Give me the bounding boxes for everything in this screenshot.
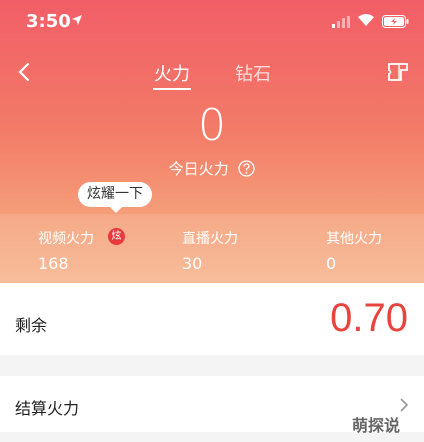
remaining-label: 剩余 xyxy=(15,316,48,335)
today-fire-label: 今日火力 xyxy=(168,160,229,178)
chevron-right-icon xyxy=(400,398,409,412)
battery-icon xyxy=(382,15,409,28)
status-bar: 3:50 xyxy=(0,0,424,44)
location-arrow-icon xyxy=(72,15,82,25)
show-off-bubble[interactable]: 炫耀一下 xyxy=(78,182,152,207)
tab-diamond[interactable]: 钻石 xyxy=(235,60,271,86)
back-chevron-icon[interactable] xyxy=(16,62,32,82)
active-tab-indicator xyxy=(153,88,191,90)
stat-live-value: 30 xyxy=(182,254,203,273)
bubble-tail xyxy=(109,206,123,213)
question-icon[interactable] xyxy=(238,160,256,177)
stat-live-label: 直播火力 xyxy=(182,231,238,247)
stat-other-value: 0 xyxy=(326,254,337,273)
today-fire-label-row: 今日火力 xyxy=(0,158,424,179)
ticket-icon[interactable] xyxy=(386,61,410,83)
stat-video-value: 168 xyxy=(38,254,69,273)
wifi-icon xyxy=(358,14,374,26)
status-time: 3:50 xyxy=(26,11,71,32)
show-off-badge-icon[interactable]: 炫 xyxy=(108,228,125,245)
stat-video-label: 视频火力 xyxy=(38,231,94,247)
watermark: 萌探说 xyxy=(352,416,401,435)
today-fire-value: 0 xyxy=(198,100,226,151)
settle-fire-label: 结算火力 xyxy=(15,399,80,418)
remaining-value: 0.70 xyxy=(330,296,408,340)
tab-fire[interactable]: 火力 xyxy=(154,60,190,86)
stat-other-label: 其他火力 xyxy=(326,231,382,247)
cellular-signal-icon xyxy=(332,16,350,28)
